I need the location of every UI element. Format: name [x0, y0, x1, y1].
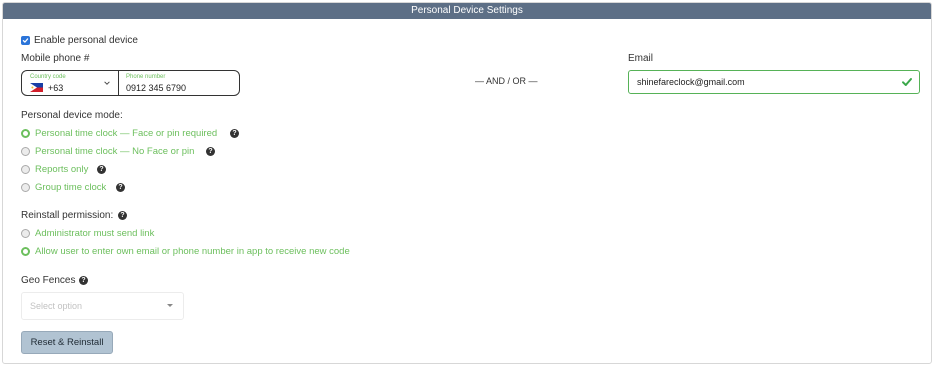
option-face-or-pin-required-label: Personal time clock — Face or pin requir… — [35, 128, 218, 139]
option-group-time-clock-label: Group time clock — [35, 182, 107, 193]
philippines-flag-icon — [30, 83, 43, 92]
phone-number-label: Phone number — [126, 74, 166, 80]
country-code-label: Country code — [30, 74, 66, 80]
email-label: Email — [628, 53, 654, 64]
personal-device-settings-panel: Personal Device Settings Enable personal… — [2, 2, 932, 364]
field-divider — [118, 71, 119, 95]
checkmark-icon — [22, 38, 29, 43]
country-code-select[interactable]: Country code +63 — [22, 71, 118, 95]
email-input-value: shinefareclock@gmail.com — [637, 77, 745, 87]
caret-down-icon — [167, 304, 173, 307]
radio-face-or-pin-required[interactable] — [21, 129, 30, 138]
option-user-self-reinstall-label: Allow user to enter own email or phone n… — [35, 246, 350, 257]
help-icon[interactable]: ? — [116, 183, 125, 192]
chevron-down-icon — [104, 81, 110, 85]
radio-user-self-reinstall[interactable] — [21, 247, 30, 256]
radio-admin-send-link[interactable] — [21, 229, 30, 238]
reinstall-permission-label: Reinstall permission: — [21, 210, 114, 221]
email-field[interactable]: shinefareclock@gmail.com — [628, 70, 920, 94]
help-icon[interactable]: ? — [79, 276, 88, 285]
device-mode-label: Personal device mode: — [21, 110, 123, 121]
panel-title: Personal Device Settings — [3, 3, 931, 19]
option-no-face-or-pin-label: Personal time clock — No Face or pin — [35, 146, 195, 157]
enable-device-checkbox[interactable] — [21, 36, 30, 45]
help-icon[interactable]: ? — [206, 147, 215, 156]
option-admin-send-link-label: Administrator must send link — [35, 228, 155, 239]
phone-number-input[interactable]: 0912 345 6790 — [126, 83, 186, 93]
enable-device-label: Enable personal device — [34, 35, 138, 46]
radio-reports-only[interactable] — [21, 165, 30, 174]
help-icon[interactable]: ? — [118, 211, 127, 220]
valid-check-icon — [902, 78, 912, 86]
option-reports-only-label: Reports only — [35, 164, 89, 175]
mobile-phone-field: Country code +63 Phone number 0912 345 6… — [21, 70, 240, 96]
radio-group-time-clock[interactable] — [21, 183, 30, 192]
mobile-phone-label: Mobile phone # — [21, 53, 90, 64]
geo-fences-placeholder: Select option — [30, 301, 83, 311]
radio-no-face-or-pin[interactable] — [21, 147, 30, 156]
geo-fences-select[interactable]: Select option — [21, 292, 184, 320]
help-icon[interactable]: ? — [230, 129, 239, 138]
country-code-value: +63 — [48, 83, 64, 93]
help-icon[interactable]: ? — [97, 165, 106, 174]
geo-fences-label: Geo Fences — [21, 275, 76, 286]
reset-reinstall-button[interactable]: Reset & Reinstall — [21, 331, 113, 354]
and-or-separator: — AND / OR — — [475, 76, 538, 86]
